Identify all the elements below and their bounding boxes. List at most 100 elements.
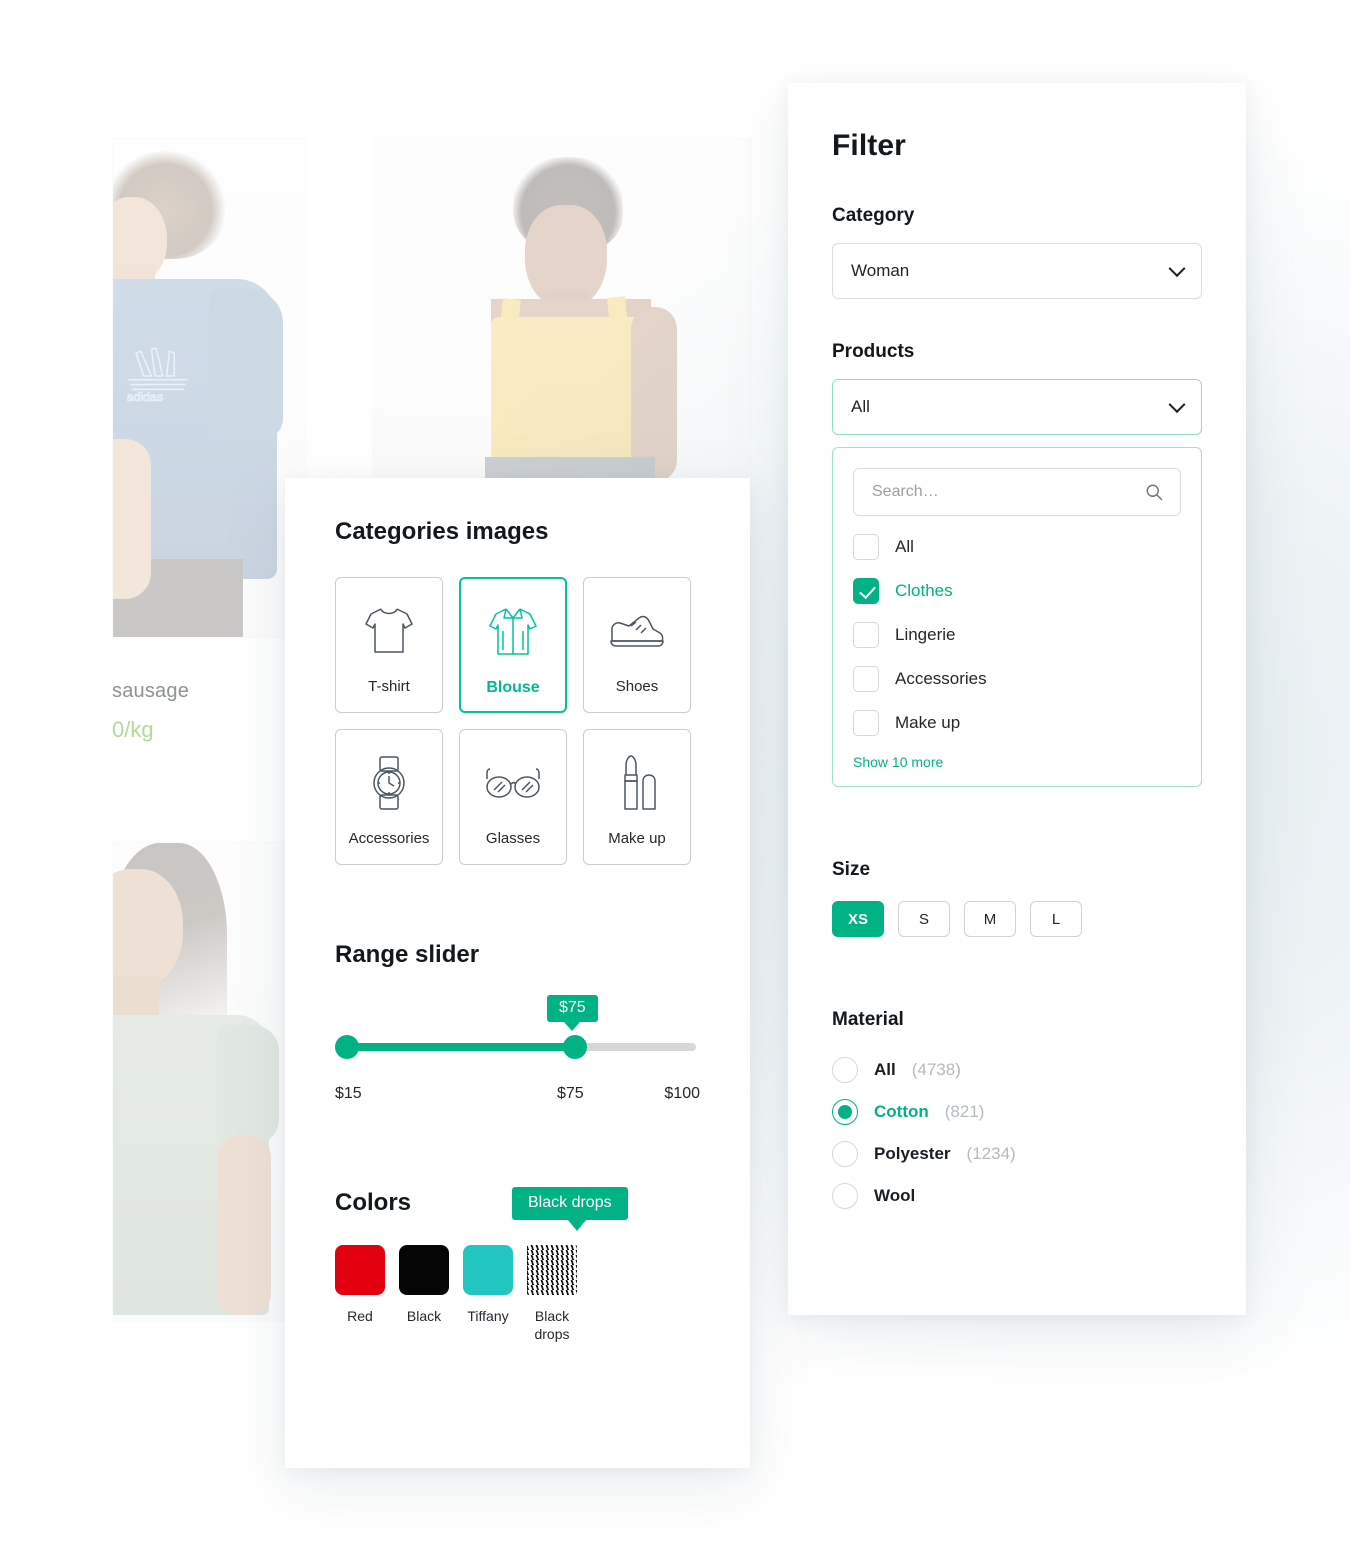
shoe-icon — [609, 600, 665, 662]
color-swatch-black[interactable]: Black — [399, 1245, 449, 1343]
panel-title: Categories images — [335, 518, 549, 545]
size-button-l[interactable]: L — [1030, 901, 1082, 937]
categories-images-panel: Categories images T-shirt Blouse Shoes A… — [285, 478, 750, 1468]
checkbox-icon[interactable] — [853, 710, 879, 736]
category-select[interactable]: Woman — [832, 243, 1202, 299]
option-count: (4738) — [911, 1060, 961, 1079]
panel-title: Filter — [832, 129, 906, 162]
material-option-wool[interactable]: Wool — [832, 1183, 1202, 1209]
slider-handle-max[interactable] — [563, 1035, 587, 1059]
option-label: All — [895, 537, 914, 556]
product-option-accessories[interactable]: Accessories — [853, 666, 1181, 692]
option-label: Accessories — [895, 669, 987, 688]
search-icon — [1146, 484, 1163, 501]
option-label: All — [874, 1060, 896, 1079]
swatch-label: Black — [406, 1308, 442, 1324]
option-count: (821) — [944, 1102, 985, 1121]
checkbox-icon[interactable] — [853, 622, 879, 648]
products-selected-value: All — [851, 397, 870, 416]
page-root: adidas sausage 0/kg Filter Category Woma… — [0, 0, 1350, 1554]
swatch-chip-pattern[interactable] — [527, 1245, 577, 1295]
chevron-down-icon — [1168, 396, 1186, 414]
option-label: Clothes — [895, 581, 953, 600]
adidas-logo-icon: adidas — [126, 347, 188, 403]
size-button-m[interactable]: M — [964, 901, 1016, 937]
option-count: (1234) — [966, 1144, 1016, 1163]
background-product-card — [372, 138, 752, 486]
option-label: Wool — [874, 1186, 916, 1205]
slider-value-tooltip: $75 — [547, 995, 598, 1031]
swatch-label: Black drops — [534, 1308, 570, 1342]
category-label: Accessories — [348, 830, 430, 847]
range-current-label: $75 — [557, 1085, 584, 1102]
category-label: Blouse — [486, 679, 540, 696]
option-label: Cotton — [874, 1102, 929, 1121]
radio-icon[interactable] — [832, 1141, 858, 1167]
watch-icon — [367, 752, 411, 814]
material-option-polyester[interactable]: Polyester (1234) — [832, 1141, 1202, 1167]
radio-icon[interactable] — [832, 1183, 858, 1209]
size-options: XS S M L — [832, 901, 1202, 937]
swatch-label: Red — [347, 1308, 373, 1324]
product-photo-adidas-tshirt: adidas — [113, 139, 306, 637]
size-button-s[interactable]: S — [898, 901, 950, 937]
color-swatch-row: Black drops Red Black Tiffany Black drop… — [335, 1187, 700, 1343]
tshirt-icon — [363, 600, 415, 662]
category-label: Shoes — [615, 678, 659, 695]
swatch-chip[interactable] — [335, 1245, 385, 1295]
material-option-all[interactable]: All (4738) — [832, 1057, 1202, 1083]
range-max-label: $100 — [664, 1085, 700, 1102]
products-select[interactable]: All — [832, 379, 1202, 435]
chevron-down-icon — [1168, 260, 1186, 278]
range-slider-title: Range slider — [335, 941, 480, 968]
background-product-card — [112, 842, 307, 1322]
category-cell-glasses[interactable]: Glasses — [459, 729, 567, 865]
category-label: Make up — [608, 830, 666, 847]
product-option-makeup[interactable]: Make up — [853, 710, 1181, 736]
category-cell-tshirt[interactable]: T-shirt — [335, 577, 443, 713]
category-cell-blouse[interactable]: Blouse — [459, 577, 567, 713]
checkbox-icon[interactable] — [853, 534, 879, 560]
slider-track-fill — [339, 1043, 575, 1051]
range-slider[interactable]: $75 — [335, 995, 700, 1081]
products-label: Products — [832, 341, 915, 362]
show-more-link[interactable]: Show 10 more — [853, 754, 1181, 770]
color-tooltip: Black drops — [512, 1187, 628, 1231]
category-cell-shoes[interactable]: Shoes — [583, 577, 691, 713]
category-label: Category — [832, 205, 915, 226]
products-dropdown: All Clothes Lingerie Accessories Make up — [832, 447, 1202, 787]
product-option-lingerie[interactable]: Lingerie — [853, 622, 1181, 648]
range-scale: $15 $75 $100 — [335, 1085, 700, 1107]
category-cell-accessories[interactable]: Accessories — [335, 729, 443, 865]
checkbox-icon[interactable] — [853, 666, 879, 692]
svg-text:adidas: adidas — [126, 390, 163, 403]
sunglasses-icon — [484, 752, 542, 814]
color-swatch-tiffany[interactable]: Tiffany — [463, 1245, 513, 1343]
swatch-chip[interactable] — [399, 1245, 449, 1295]
product-photo-yellow-top — [373, 139, 751, 485]
option-label: Polyester — [874, 1144, 951, 1163]
swatch-chip[interactable] — [463, 1245, 513, 1295]
category-label: T-shirt — [368, 678, 410, 695]
product-option-clothes[interactable]: Clothes — [853, 578, 1181, 604]
option-label: Lingerie — [895, 625, 956, 644]
category-cell-makeup[interactable]: Make up — [583, 729, 691, 865]
lipstick-icon — [616, 752, 658, 814]
product-option-all[interactable]: All — [853, 534, 1181, 560]
category-image-grid: T-shirt Blouse Shoes Accessories Glasses… — [335, 577, 700, 865]
checkbox-checked-icon[interactable] — [853, 578, 879, 604]
size-button-xs[interactable]: XS — [832, 901, 884, 937]
background-product-card: adidas — [112, 138, 307, 638]
category-label: Glasses — [485, 830, 541, 847]
slider-handle-min[interactable] — [335, 1035, 359, 1059]
swatch-label: Tiffany — [467, 1308, 509, 1324]
filter-panel: Filter Category Woman Products All Searc… — [788, 83, 1246, 1315]
color-swatch-red[interactable]: Red — [335, 1245, 385, 1343]
radio-icon[interactable] — [832, 1057, 858, 1083]
radio-selected-icon[interactable] — [832, 1099, 858, 1125]
size-label: Size — [832, 859, 871, 880]
search-input[interactable] — [854, 469, 1180, 515]
products-search[interactable] — [853, 468, 1181, 516]
material-option-cotton[interactable]: Cotton (821) — [832, 1099, 1202, 1125]
color-swatch-black-drops[interactable]: Black drops — [527, 1245, 577, 1343]
